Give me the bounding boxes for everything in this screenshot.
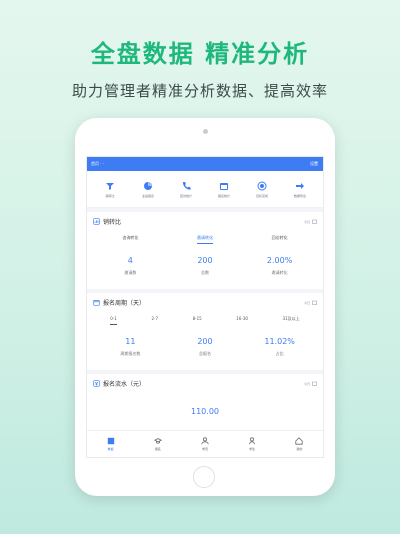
stat: 11.02% 占比 — [250, 337, 310, 357]
dashboard-icon — [107, 437, 114, 445]
tab-8-15[interactable]: 8-15 — [193, 316, 202, 325]
shortcut-label: 数据导出 — [293, 193, 306, 198]
cycle-tabs: 0-1 2-7 8-15 16-30 31及以上 — [93, 316, 317, 325]
shortcut-export[interactable]: 数据导出 — [285, 181, 315, 198]
stat-label: 总数 — [200, 270, 209, 275]
camera-dot — [203, 129, 208, 134]
money-icon — [93, 380, 100, 387]
stat-value: 4 — [127, 256, 133, 265]
card-header: 销转比 今日 — [93, 216, 317, 227]
calendar-icon — [312, 381, 317, 386]
pie-chart-icon — [144, 181, 152, 190]
shortcut-label: 报名统计 — [217, 193, 230, 198]
shortcut-bar: 销转比 业绩报表 回访统计 报名统计 目标完成 数据导出 — [87, 171, 323, 208]
stat-value: 200 — [197, 337, 213, 346]
card-title: 报名周期（天） — [103, 300, 146, 307]
tab-2-7[interactable]: 2-7 — [151, 316, 158, 325]
stat-label: 邀请数 — [124, 270, 137, 275]
revenue-value: 110.00 — [191, 407, 219, 416]
nav-students[interactable]: 学员 — [190, 437, 220, 451]
tab-invite[interactable]: 邀请转化 — [196, 235, 213, 244]
top-bar: 首页 · · 设置 — [87, 157, 323, 171]
date-label: 今日 — [303, 300, 310, 305]
revenue-value-wrap: 110.00 — [93, 399, 317, 418]
cycle-values: 11 周期报名数 200 总报名 11.02% 占比 — [93, 337, 317, 357]
nav-label: 报名 — [154, 447, 161, 451]
calendar-icon — [93, 300, 100, 306]
card-title: 销转比 — [103, 219, 122, 226]
shortcut-target[interactable]: 目标完成 — [247, 181, 277, 198]
shortcut-label: 销转比 — [105, 193, 115, 198]
conversion-card: 销转比 今日 咨询转化 邀请转化 回访转化 4 邀请数 200 总数 2.00% 邀请… — [87, 212, 323, 289]
stat-label: 总报名 — [198, 351, 211, 356]
stat-label: 周期报名数 — [120, 351, 141, 356]
tab-consult[interactable]: 咨询转化 — [122, 235, 138, 244]
calendar-icon — [312, 300, 317, 305]
stat: 11 周期报名数 — [100, 337, 160, 357]
user-icon — [249, 437, 255, 445]
nav-mine[interactable]: 我的 — [284, 437, 314, 451]
shortcut-callback[interactable]: 回访统计 — [171, 181, 201, 198]
stat-label: 邀请转化 — [271, 270, 288, 275]
nav-dashboard[interactable]: 看板 — [96, 437, 126, 451]
shortcut-report[interactable]: 业绩报表 — [133, 181, 163, 198]
calendar-icon — [312, 219, 317, 224]
tab-31-plus[interactable]: 31及以上 — [283, 316, 300, 325]
conversion-tabs: 咨询转化 邀请转化 回访转化 — [93, 235, 317, 244]
people-icon — [201, 437, 209, 445]
stat: 200 总数 — [175, 256, 235, 276]
stat-value: 11 — [125, 337, 136, 346]
home-button — [193, 466, 215, 488]
bottom-nav: 看板 报名 学员 学生 我的 — [87, 430, 323, 457]
card-header: 报名周期（天） 今日 — [93, 297, 317, 308]
date-label: 今日 — [303, 219, 310, 224]
conversion-values: 4 邀请数 200 总数 2.00% 邀请转化 — [93, 256, 317, 276]
stat-value: 200 — [197, 256, 213, 265]
shortcut-label: 目标完成 — [255, 193, 268, 198]
top-bar-tabs[interactable]: 首页 · · — [91, 157, 104, 171]
app-screen: 首页 · · 设置 销转比 业绩报表 回访统计 报名统计 目标完成 数据导出 销… — [86, 156, 324, 458]
date-label: 今日 — [303, 381, 310, 386]
tab-0-1[interactable]: 0-1 — [110, 316, 117, 325]
card-header: 报名流水（元） 今日 — [93, 378, 317, 389]
nav-enroll[interactable]: 报名 — [143, 437, 173, 451]
tab-16-30[interactable]: 16-30 — [236, 316, 248, 325]
date-filter[interactable]: 今日 — [304, 219, 317, 224]
cycle-card: 报名周期（天） 今日 0-1 2-7 8-15 16-30 31及以上 11 周期… — [87, 293, 323, 370]
calendar-icon — [220, 182, 228, 190]
nav-label: 看板 — [107, 447, 114, 451]
nav-label: 学员 — [201, 447, 208, 451]
date-filter[interactable]: 今日 — [304, 381, 317, 386]
tablet-device: 首页 · · 设置 销转比 业绩报表 回访统计 报名统计 目标完成 数据导出 销… — [75, 118, 335, 496]
arrow-icon — [296, 182, 304, 189]
shortcut-conversion[interactable]: 销转比 — [95, 181, 125, 198]
stat: 200 总报名 — [175, 337, 235, 357]
shortcut-label: 回访统计 — [179, 193, 192, 198]
phone-icon — [182, 181, 191, 190]
nav-label: 学生 — [249, 447, 256, 451]
headline: 全盘数据 精准分析 — [90, 40, 310, 68]
stat-value: 11.02% — [264, 337, 295, 346]
graduation-icon — [153, 438, 162, 444]
shortcut-label: 业绩报表 — [141, 193, 154, 198]
chart-icon — [93, 218, 100, 225]
subheadline: 助力管理者精准分析数据、提高效率 — [71, 82, 328, 100]
shortcut-enroll[interactable]: 报名统计 — [209, 181, 239, 198]
home-icon — [295, 437, 303, 445]
funnel-icon — [106, 182, 114, 190]
settings-link[interactable]: 设置 — [310, 157, 318, 171]
card-title: 报名流水（元） — [103, 381, 146, 388]
stat: 4 邀请数 — [100, 256, 160, 276]
stat-label: 占比 — [275, 351, 284, 356]
nav-label: 我的 — [296, 447, 303, 451]
date-filter[interactable]: 今日 — [304, 300, 317, 305]
nav-student[interactable]: 学生 — [237, 437, 267, 451]
tab-callback[interactable]: 回访转化 — [272, 235, 288, 244]
target-icon — [257, 181, 267, 190]
stat-value: 2.00% — [266, 256, 293, 265]
stat: 2.00% 邀请转化 — [250, 256, 310, 276]
